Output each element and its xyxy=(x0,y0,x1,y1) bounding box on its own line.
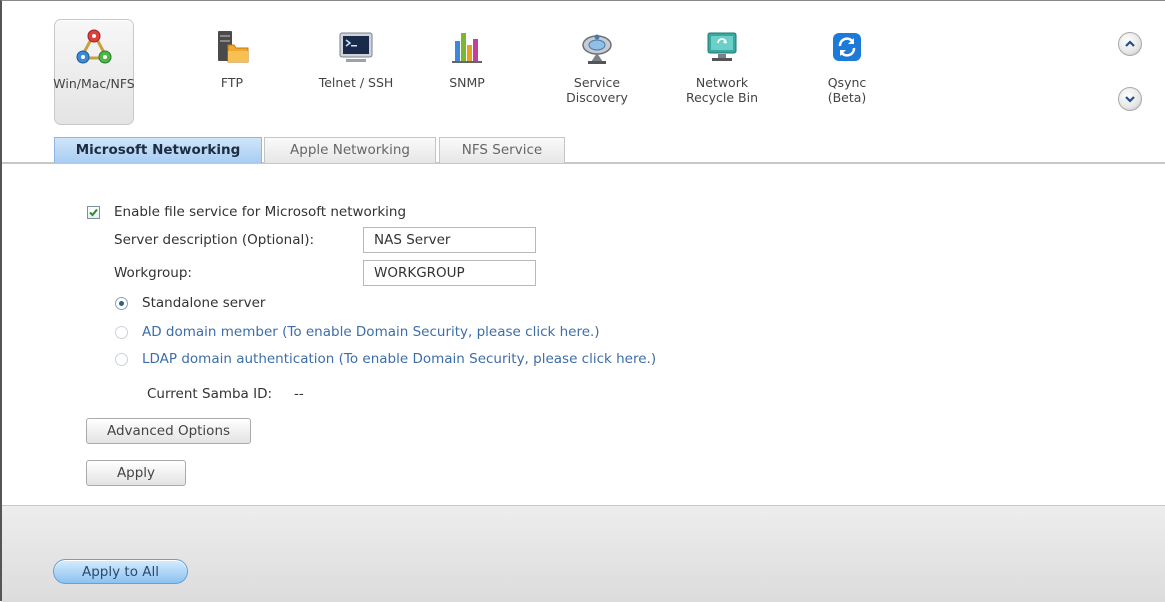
current-samba-id-label: Current Samba ID: xyxy=(147,386,273,402)
scroll-down-button[interactable] xyxy=(1118,87,1142,111)
toolbar-item-network-recycle-bin[interactable]: Network Recycle Bin xyxy=(682,19,762,125)
toolbar-item-telnet-ssh[interactable]: Telnet / SSH xyxy=(316,19,396,125)
toolbar-item-label: SNMP xyxy=(449,75,485,90)
workgroup-label: Workgroup: xyxy=(114,265,192,281)
network-share-icon xyxy=(76,29,112,64)
standalone-server-radio[interactable] xyxy=(115,297,128,310)
service-toolbar: Win/Mac/NFS FTP Telnet / SSH SNMP Servic… xyxy=(2,1,1165,137)
toolbar-item-ftp[interactable]: FTP xyxy=(192,19,272,125)
toolbar-item-snmp[interactable]: SNMP xyxy=(427,19,507,125)
scroll-up-button[interactable] xyxy=(1118,32,1142,56)
footer-bar: Apply to All xyxy=(2,505,1165,602)
enable-file-service-checkbox[interactable] xyxy=(87,206,100,219)
tab-nfs-service[interactable]: NFS Service xyxy=(439,137,565,163)
standalone-server-label: Standalone server xyxy=(142,295,266,311)
apply-to-all-button[interactable]: Apply to All xyxy=(53,559,188,584)
satellite-dish-icon xyxy=(582,34,612,64)
ad-domain-member-radio[interactable] xyxy=(115,326,128,339)
workgroup-input[interactable] xyxy=(363,260,536,286)
toolbar-item-label: FTP xyxy=(220,75,244,90)
apply-button[interactable]: Apply xyxy=(86,460,186,486)
ldap-domain-auth-radio[interactable] xyxy=(115,353,128,366)
bar-graph-icon xyxy=(452,33,482,63)
recycle-bin-icon xyxy=(707,32,737,61)
tab-bar: Microsoft Networking Apple Networking NF… xyxy=(2,137,1165,164)
chevron-down-icon xyxy=(1125,96,1135,103)
microsoft-networking-panel: Enable file service for Microsoft networ… xyxy=(2,166,1165,505)
current-samba-id-value: -- xyxy=(294,386,304,402)
advanced-options-button[interactable]: Advanced Options xyxy=(86,418,251,444)
toolbar-item-label: Network Recycle Bin xyxy=(685,75,759,105)
tab-microsoft-networking[interactable]: Microsoft Networking xyxy=(54,137,262,163)
tab-apple-networking[interactable]: Apple Networking xyxy=(264,137,436,163)
toolbar-item-qsync[interactable]: Qsync (Beta) xyxy=(807,19,887,125)
toolbar-item-service-discovery[interactable]: Service Discovery xyxy=(557,19,637,125)
ad-domain-member-label[interactable]: AD domain member (To enable Domain Secur… xyxy=(142,324,600,340)
chevron-up-icon xyxy=(1125,40,1135,47)
checkmark-icon xyxy=(89,208,98,217)
server-description-label: Server description (Optional): xyxy=(114,232,315,248)
toolbar-item-label: Qsync (Beta) xyxy=(827,75,867,105)
ftp-server-icon xyxy=(218,31,249,63)
server-description-input[interactable] xyxy=(363,227,536,253)
toolbar-item-label: Service Discovery xyxy=(566,75,628,105)
toolbar-item-label: Telnet / SSH xyxy=(318,75,394,90)
sync-icon xyxy=(833,33,861,61)
enable-file-service-label: Enable file service for Microsoft networ… xyxy=(114,204,407,220)
toolbar-item-label: Win/Mac/NFS xyxy=(53,76,135,91)
radio-selected-dot xyxy=(119,301,124,306)
terminal-icon xyxy=(339,32,373,62)
toolbar-item-win-mac-nfs[interactable]: Win/Mac/NFS xyxy=(53,19,135,125)
ldap-domain-auth-label[interactable]: LDAP domain authentication (To enable Do… xyxy=(142,351,656,367)
network-services-window: Win/Mac/NFS FTP Telnet / SSH SNMP Servic… xyxy=(0,0,1165,602)
